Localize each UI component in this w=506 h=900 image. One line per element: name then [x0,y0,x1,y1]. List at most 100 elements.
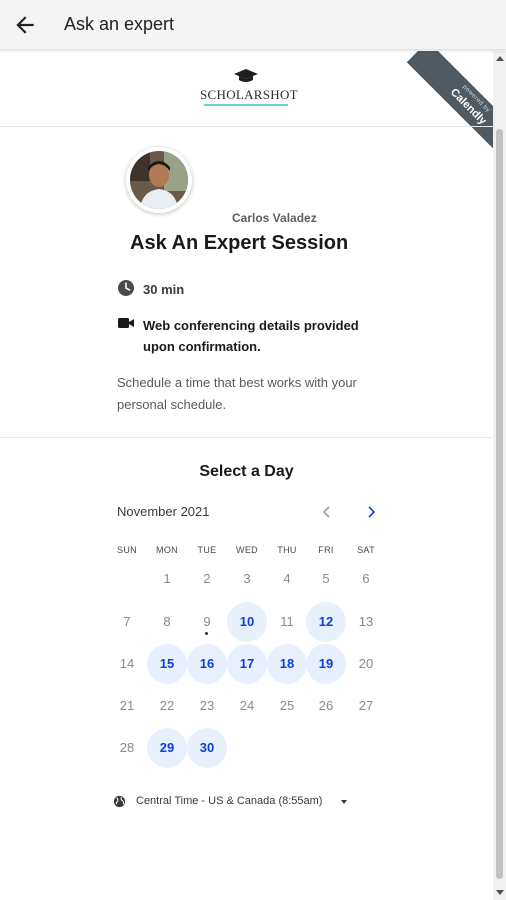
avatar [126,147,192,213]
day-number: 10 [239,614,255,629]
calendar-day: 23 [187,686,227,726]
event-duration: 30 min [143,282,185,297]
page-title: Ask an expert [64,14,175,34]
timezone-label: Central Time - US & Canada (8:55am) [136,795,323,807]
calendar-day-available[interactable]: 29 [147,728,187,768]
day-number: 1 [163,571,171,586]
day-number: 29 [159,740,175,755]
next-month-button[interactable] [363,504,379,520]
scroll-down-arrow-icon[interactable] [496,890,504,895]
calendar-day: 9 [187,602,227,642]
day-number: 5 [322,571,330,586]
day-number: 11 [280,614,294,629]
calendar-day: 21 [107,686,147,726]
conferencing-details: Web conferencing details provided upon c… [143,318,359,354]
calendly-ribbon[interactable]: powered by Calendly [395,51,493,161]
calendar-day: 7 [107,602,147,642]
clock-icon [118,280,134,296]
calendar-day: 26 [306,686,346,726]
event-title: Ask An Expert Session [130,232,349,254]
calendar-day: 5 [306,559,346,599]
calendar-day: 2 [187,559,227,599]
day-number: 23 [199,698,215,713]
calendar-day: 3 [227,559,267,599]
back-button[interactable] [12,12,38,38]
day-number: 22 [159,698,175,713]
day-number: 18 [279,656,295,671]
calendar-day: 24 [227,686,267,726]
calendar-day-available[interactable]: 15 [147,644,187,684]
scrollbar[interactable] [493,51,506,900]
calendar-day-available[interactable]: 18 [267,644,307,684]
day-number: 28 [119,740,135,755]
scholarshot-logo: SCHOLARSHOT [190,69,300,111]
day-number: 30 [199,740,215,755]
day-number: 4 [283,571,291,586]
day-number: 12 [318,614,334,629]
calendar-day: 13 [346,602,386,642]
day-number: 27 [358,698,374,713]
calendar-day-available[interactable]: 30 [187,728,227,768]
weekday-label: WED [236,545,258,555]
globe-icon [113,795,126,808]
section-divider [0,437,493,438]
chevron-down-icon [341,800,347,804]
calendar-day: 11 [267,602,307,642]
calendar-heading: Select a Day [199,463,294,480]
calendar-day: 6 [346,559,386,599]
calendar-day-available[interactable]: 17 [227,644,267,684]
calendar-day: 1 [147,559,187,599]
day-number: 7 [123,614,131,629]
scrollbar-thumb[interactable] [496,129,503,879]
host-name: Carlos Valadez [232,211,317,225]
app-bar: Ask an expert [0,0,506,50]
day-number: 26 [318,698,334,713]
day-number: 25 [279,698,295,713]
scheduling-page: SCHOLARSHOT powered by Calendly Carlos V… [0,51,493,900]
weekday-label: SAT [357,545,375,555]
calendar-day: 8 [147,602,187,642]
calendar-day: 20 [346,644,386,684]
scroll-up-arrow-icon[interactable] [496,56,504,61]
day-number: 17 [239,656,255,671]
calendar-day: 4 [267,559,307,599]
host-photo [130,151,188,209]
prev-month-button[interactable] [319,504,335,520]
calendar-day: 22 [147,686,187,726]
calendar-day: 14 [107,644,147,684]
day-number: 20 [358,656,374,671]
logo-underline [204,104,288,106]
weekday-label: THU [277,545,297,555]
graduation-cap-icon [234,69,258,82]
weekday-label: MON [156,545,178,555]
header-divider [0,126,493,127]
weekday-label: SUN [117,545,137,555]
day-number: 6 [362,571,370,586]
day-number: 19 [318,656,334,671]
today-indicator [205,632,208,635]
month-label: November 2021 [117,504,210,519]
ribbon-band: powered by Calendly [406,51,493,161]
day-number: 3 [243,571,251,586]
calendar-day: 28 [107,728,147,768]
weekday-label: FRI [318,545,334,555]
logo-wordmark: SCHOLARSHOT [200,87,298,102]
calendar-day-available[interactable]: 19 [306,644,346,684]
calendar-day-available[interactable]: 10 [227,602,267,642]
event-description: Schedule a time that best works with you… [117,375,357,412]
video-camera-icon [118,318,134,328]
day-number: 9 [203,614,211,629]
day-number: 15 [159,656,175,671]
calendar-day: 27 [346,686,386,726]
calendar-day-available[interactable]: 12 [306,602,346,642]
day-number: 2 [203,571,211,586]
calendar-day: 25 [267,686,307,726]
day-number: 16 [199,656,215,671]
weekday-label: TUE [197,545,217,555]
calendar-day-available[interactable]: 16 [187,644,227,684]
day-number: 8 [163,614,171,629]
day-number: 21 [119,698,135,713]
day-number: 24 [239,698,255,713]
day-number: 14 [119,656,135,671]
day-number: 13 [358,614,374,629]
